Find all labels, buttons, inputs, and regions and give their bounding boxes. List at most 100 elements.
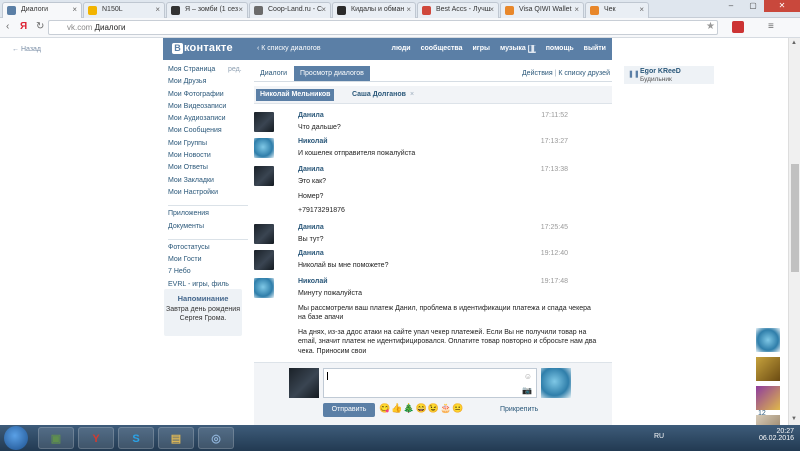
taskbar-app-icon[interactable]: S bbox=[118, 427, 154, 449]
back-link[interactable]: ← Назад bbox=[12, 46, 41, 53]
left-menu-item[interactable]: Мои Группы bbox=[168, 140, 248, 152]
pause-icon[interactable]: ❚❚ bbox=[527, 45, 538, 53]
url-input[interactable]: vk.com Диалоги bbox=[48, 20, 718, 35]
close-chip-icon[interactable]: × bbox=[410, 91, 414, 98]
nav-help[interactable]: помощь bbox=[546, 45, 574, 53]
close-tab-icon[interactable]: × bbox=[321, 5, 326, 14]
taskbar-app-icon[interactable]: ▤ bbox=[158, 427, 194, 449]
taskbar-app-icon[interactable]: ▣ bbox=[38, 427, 74, 449]
quick-emoji-bar[interactable]: 😋👍🎄😄😉🎂😐 bbox=[379, 403, 464, 414]
friend-avatar[interactable] bbox=[756, 357, 780, 381]
message-item[interactable]: Данила 17:11:52 Что дальше? bbox=[254, 112, 598, 138]
browser-tab[interactable]: N150L × bbox=[83, 2, 165, 18]
yandex-logo-icon[interactable]: Я bbox=[20, 21, 27, 32]
start-button[interactable] bbox=[4, 426, 28, 450]
tab-dialogs[interactable]: Диалоги bbox=[260, 70, 287, 77]
message-avatar[interactable] bbox=[254, 250, 274, 270]
message-avatar[interactable] bbox=[254, 166, 274, 186]
menu-icon[interactable]: ≡ bbox=[768, 21, 774, 32]
close-tab-icon[interactable]: × bbox=[155, 5, 160, 14]
attach-link[interactable]: Прикрепить bbox=[500, 406, 538, 413]
left-menu-item[interactable]: Мои Сообщения bbox=[168, 127, 248, 139]
nav-games[interactable]: игры bbox=[473, 45, 490, 53]
actions-link[interactable]: Действия bbox=[522, 70, 553, 77]
browser-tab[interactable]: Кидалы и обман × bbox=[332, 2, 416, 18]
left-menu-item[interactable]: Мои Видеозаписи bbox=[168, 103, 248, 115]
friends-online-count[interactable]: 12 bbox=[758, 410, 766, 417]
nav-logout[interactable]: выйти bbox=[584, 45, 606, 53]
camera-icon[interactable]: 📷 bbox=[522, 386, 532, 395]
left-menu-item[interactable]: Мои Ответы bbox=[168, 164, 248, 176]
friend-avatar[interactable] bbox=[756, 386, 780, 410]
scrollbar-thumb[interactable] bbox=[791, 164, 799, 272]
bookmark-star-icon[interactable]: ★ bbox=[706, 21, 715, 32]
close-tab-icon[interactable]: × bbox=[574, 5, 579, 14]
reminder-body[interactable]: Завтра день рождения Сергея Грома. bbox=[164, 305, 242, 323]
left-menu-item[interactable]: Мои Аудиозаписи bbox=[168, 115, 248, 127]
scroll-down-arrow-icon[interactable]: ▼ bbox=[791, 416, 797, 422]
to-friends-link[interactable]: К списку друзей bbox=[558, 70, 610, 77]
maximize-button[interactable]: ▢ bbox=[742, 0, 764, 12]
message-item[interactable]: Данила 17:25:45 Вы тут? bbox=[254, 224, 598, 250]
browser-tab[interactable]: Visa QIWI Wallet × bbox=[500, 2, 584, 18]
close-tab-icon[interactable]: × bbox=[489, 5, 494, 14]
left-menu-item[interactable]: Мои Закладки bbox=[168, 177, 248, 189]
friend-avatar[interactable] bbox=[756, 328, 780, 352]
recipient-avatar[interactable] bbox=[541, 368, 571, 398]
browser-tab[interactable]: Coop-Land.ru - С × bbox=[249, 2, 331, 18]
back-to-dialogs-link[interactable]: ‹ К списку диалогов bbox=[257, 45, 321, 52]
nav-people[interactable]: люди bbox=[392, 45, 411, 53]
pause-icon[interactable]: ❚❚ bbox=[628, 70, 640, 78]
left-menu-item[interactable]: 7 Небо bbox=[168, 268, 248, 280]
nav-communities[interactable]: сообщества bbox=[421, 45, 463, 53]
taskbar-app-icon[interactable]: ◎ bbox=[198, 427, 234, 449]
language-indicator[interactable]: RU bbox=[654, 433, 664, 440]
left-menu-item[interactable]: Документы bbox=[168, 223, 248, 235]
vk-logo-text[interactable]: контакте bbox=[184, 42, 233, 54]
now-playing-widget[interactable]: ❚❚ Egor KReeD Будильник bbox=[624, 66, 714, 84]
dialog-chip-inactive[interactable]: Саша Долганов × bbox=[348, 89, 418, 101]
smile-icon[interactable]: ☺ bbox=[524, 372, 532, 381]
browser-tab[interactable]: Чек × bbox=[585, 2, 649, 18]
message-item[interactable]: Данила 17:13:38 Это как? Номер? +79173291876 bbox=[254, 166, 598, 221]
refresh-icon[interactable]: ↻ bbox=[36, 21, 44, 32]
my-avatar[interactable] bbox=[289, 368, 319, 398]
nav-music[interactable]: музыка ❚❚ bbox=[500, 45, 538, 53]
send-button[interactable]: Отправить bbox=[323, 403, 375, 417]
dialog-chip-active[interactable]: Николай Мельников bbox=[256, 89, 335, 101]
left-menu-item[interactable]: Мои Гости bbox=[168, 256, 248, 268]
message-item[interactable]: Данила 19:12:40 Николай вы мне поможете? bbox=[254, 250, 598, 276]
browser-tab[interactable]: Я – зомби (1 сез × bbox=[166, 2, 248, 18]
tab-view-dialogs[interactable]: Просмотр диалогов bbox=[294, 66, 370, 81]
page-scrollbar[interactable]: ▲ ▼ bbox=[788, 38, 800, 425]
close-tab-icon[interactable]: × bbox=[72, 5, 77, 14]
scroll-up-arrow-icon[interactable]: ▲ bbox=[791, 40, 797, 46]
vk-logo-icon[interactable]: В bbox=[172, 43, 183, 54]
close-window-button[interactable]: ✕ bbox=[764, 0, 800, 12]
message-input[interactable]: ☺ 📷 bbox=[323, 368, 537, 398]
edit-menu-link[interactable]: ред. bbox=[228, 66, 242, 73]
message-item[interactable]: Николай 17:13:27 И кошелек отправителя пож… bbox=[254, 138, 598, 164]
left-menu-item[interactable]: Фотостатусы bbox=[168, 244, 248, 256]
taskbar-app-icon[interactable]: Y bbox=[78, 427, 114, 449]
message-avatar[interactable] bbox=[254, 278, 274, 298]
left-menu-item[interactable]: Мои Друзья bbox=[168, 78, 248, 90]
message-item[interactable]: Николай 19:17:48 Минуту пожалуйста Мы рассм… bbox=[254, 278, 598, 361]
left-menu-item[interactable]: Приложения bbox=[168, 210, 248, 222]
message-avatar[interactable] bbox=[254, 112, 274, 132]
message-avatar[interactable] bbox=[254, 138, 274, 158]
minimize-button[interactable]: – bbox=[720, 0, 742, 12]
left-menu-item[interactable]: Мои Настройки bbox=[168, 189, 248, 201]
message-avatar[interactable] bbox=[254, 224, 274, 244]
close-tab-icon[interactable]: × bbox=[406, 5, 411, 14]
browser-tab[interactable]: Best Accs - Лучш × bbox=[417, 2, 499, 18]
browser-tab[interactable]: Диалоги × bbox=[2, 2, 82, 18]
left-menu-item[interactable]: Мои Новости bbox=[168, 152, 248, 164]
system-clock[interactable]: 20:27 06.02.2016 bbox=[759, 428, 794, 442]
back-arrow-icon[interactable]: ‹ bbox=[6, 21, 9, 32]
message-history[interactable]: Данила 17:11:52 Что дальше? Николай 17:13:27… bbox=[254, 108, 612, 362]
left-menu-item[interactable]: Мои Фотографии bbox=[168, 91, 248, 103]
extension-icon[interactable] bbox=[732, 21, 744, 33]
close-tab-icon[interactable]: × bbox=[639, 5, 644, 14]
close-tab-icon[interactable]: × bbox=[238, 5, 243, 14]
